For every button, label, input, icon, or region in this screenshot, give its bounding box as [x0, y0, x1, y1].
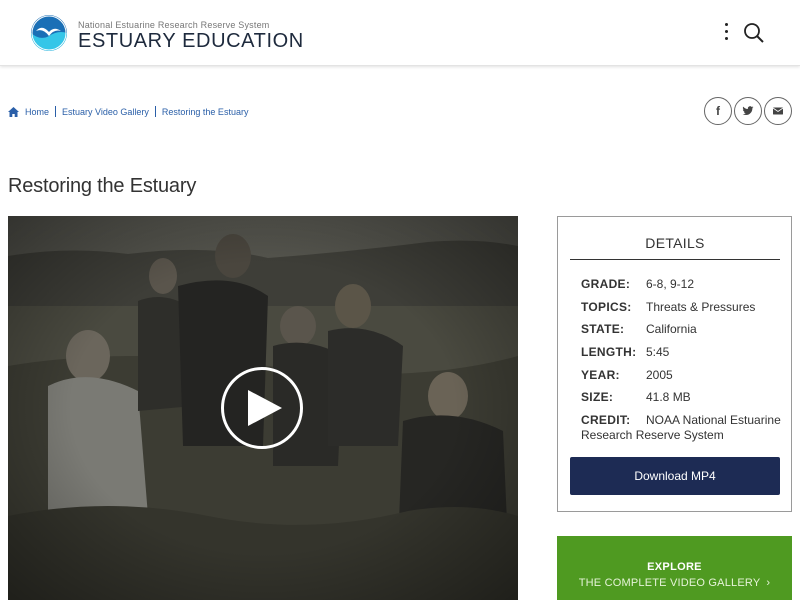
email-icon — [772, 107, 784, 115]
detail-label: STATE: — [581, 322, 625, 336]
breadcrumb-home[interactable]: Home — [25, 107, 49, 117]
home-icon[interactable] — [8, 106, 19, 117]
share-facebook-button[interactable]: f — [704, 97, 732, 125]
breadcrumb-current[interactable]: Restoring the Estuary — [162, 107, 249, 117]
detail-label: CREDIT: — [581, 413, 631, 427]
twitter-icon — [742, 106, 754, 116]
detail-label: SIZE: — [581, 390, 614, 404]
detail-row-credit: CREDIT: NOAA National Estuarine Research … — [581, 413, 786, 443]
video-player[interactable] — [8, 216, 518, 600]
play-button[interactable] — [221, 367, 303, 449]
site-header: National Estuarine Research Reserve Syst… — [0, 0, 800, 66]
noaa-logo[interactable] — [30, 14, 68, 52]
facebook-icon: f — [716, 104, 720, 118]
detail-label: GRADE: — [581, 277, 631, 291]
details-heading: DETAILS — [570, 235, 780, 260]
detail-row-grade: GRADE: 6-8, 9-12 — [581, 277, 786, 292]
chevron-right-icon: › — [766, 577, 771, 589]
org-name: National Estuarine Research Reserve Syst… — [78, 20, 270, 30]
detail-value: 6-8, 9-12 — [646, 277, 695, 291]
share-twitter-button[interactable] — [734, 97, 762, 125]
explore-label: EXPLORE — [647, 561, 702, 573]
details-panel: DETAILS GRADE: 6-8, 9-12 TOPICS: Threats &… — [557, 216, 792, 512]
search-icon[interactable] — [743, 22, 765, 44]
explore-sublabel: THE COMPLETE VIDEO GALLERY › — [578, 577, 771, 589]
detail-value: California — [646, 322, 697, 336]
download-mp4-button[interactable]: Download MP4 — [570, 457, 780, 495]
site-title[interactable]: ESTUARY EDUCATION — [78, 30, 304, 53]
detail-value: Threats & Pressures — [646, 300, 756, 314]
breadcrumb-separator — [55, 106, 57, 117]
share-email-button[interactable] — [764, 97, 792, 125]
explore-gallery-button[interactable]: EXPLORE THE COMPLETE VIDEO GALLERY › — [557, 536, 792, 600]
detail-row-length: LENGTH: 5:45 — [581, 345, 786, 360]
breadcrumb-separator — [154, 106, 156, 117]
play-icon — [247, 390, 282, 426]
detail-label: YEAR: — [581, 368, 620, 382]
detail-value: 41.8 MB — [646, 390, 691, 404]
detail-label: TOPICS: — [581, 300, 632, 314]
detail-row-topics: TOPICS: Threats & Pressures — [581, 300, 786, 315]
detail-label: LENGTH: — [581, 345, 637, 359]
detail-value: 5:45 — [646, 345, 670, 359]
detail-row-size: SIZE: 41.8 MB — [581, 390, 786, 405]
breadcrumb: Home Estuary Video Gallery Restoring the… — [8, 106, 248, 117]
detail-row-state: STATE: California — [581, 322, 786, 337]
more-menu-icon[interactable] — [720, 23, 732, 45]
detail-value: 2005 — [646, 368, 673, 382]
breadcrumb-video-gallery[interactable]: Estuary Video Gallery — [62, 107, 149, 117]
detail-row-year: YEAR: 2005 — [581, 368, 786, 383]
page-title: Restoring the Estuary — [8, 175, 197, 197]
